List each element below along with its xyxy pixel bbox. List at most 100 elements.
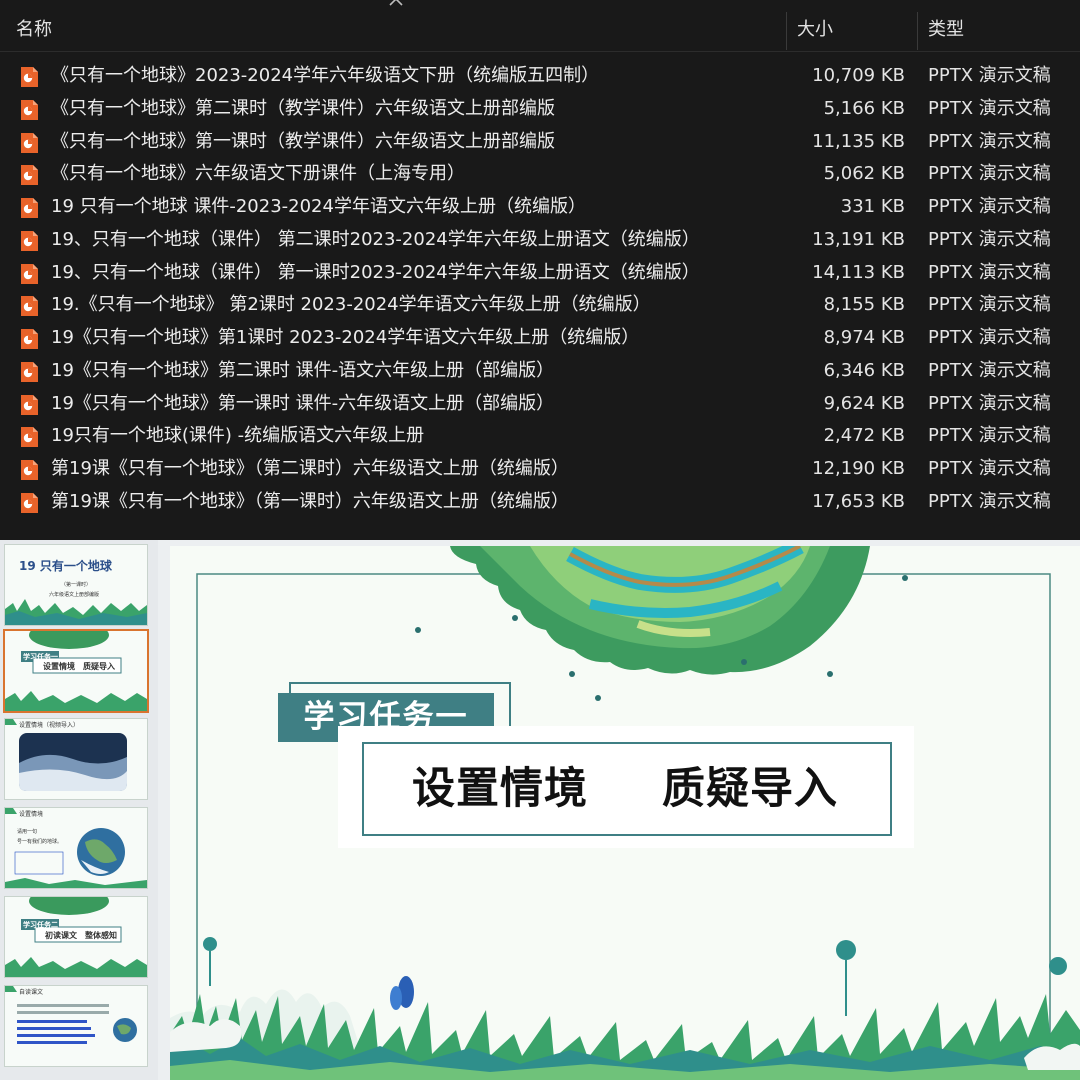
thumbnail-header: 设置情境（视频导入）: [19, 722, 80, 729]
slide-thumbnail-6[interactable]: 自读课文: [4, 985, 148, 1067]
thumbnail-illustration: [5, 986, 147, 1066]
file-name[interactable]: 19只有一个地球(课件) -统编版语文六年级上册: [51, 420, 424, 452]
thumbnail-header: 设置情境: [19, 811, 44, 818]
thumbnail-title: 初读课文 整体感知: [45, 931, 117, 940]
file-row[interactable]: 第19课《只有一个地球》（第二课时）六年级语文上册（统编版） 12,190 KB P…: [0, 453, 1080, 485]
file-size: 12,190 KB: [812, 458, 905, 479]
column-header-size[interactable]: 大小: [797, 8, 833, 51]
thumbnail-text: 号一有我们的地球。: [17, 839, 63, 845]
file-row[interactable]: 19《只有一个地球》第一课时 课件-六年级语文上册（部编版） 9,624 KB PP…: [0, 388, 1080, 420]
slide-thumbnail-pane[interactable]: 19 只有一个地球 （第一课时） 六年级语文上册部编版 学习任务一 设置情境 质…: [0, 540, 158, 1080]
file-name[interactable]: 《只有一个地球》第一课时（教学课件）六年级语文上册部编版: [51, 126, 555, 158]
slide-thumbnail-5[interactable]: 学习任务二 初读课文 整体感知: [4, 896, 148, 978]
file-row[interactable]: 《只有一个地球》第一课时（教学课件）六年级语文上册部编版 11,135 KB PPT…: [0, 126, 1080, 158]
thumbnail-illustration: [5, 808, 147, 888]
file-row[interactable]: 19、只有一个地球（课件） 第二课时2023-2024学年六年级上册语文（统编版…: [0, 224, 1080, 256]
file-row[interactable]: 19《只有一个地球》第1课时 2023-2024学年语文六年级上册（统编版） 8,…: [0, 322, 1080, 354]
file-size: 11,135 KB: [812, 130, 905, 152]
file-row[interactable]: 19只有一个地球(课件) -统编版语文六年级上册 2,472 KB PPTX 演示文…: [0, 420, 1080, 452]
file-type: PPTX 演示文稿: [928, 65, 1051, 86]
file-name[interactable]: 第19课《只有一个地球》（第一课时）六年级语文上册（统编版）: [51, 486, 569, 518]
file-name[interactable]: 19 只有一个地球 课件-2023-2024学年语文六年级上册（统编版）: [51, 191, 586, 223]
file-type: PPTX 演示文稿: [928, 130, 1051, 152]
slide-thumbnail-3[interactable]: 设置情境（视频导入）: [4, 718, 148, 800]
column-header-type[interactable]: 类型: [928, 8, 964, 51]
pptx-file-icon: [21, 394, 38, 415]
file-size: 9,624 KB: [823, 392, 905, 414]
file-row[interactable]: 第19课《只有一个地球》（第一课时）六年级语文上册（统编版） 17,653 KB P…: [0, 486, 1080, 518]
file-size: 13,191 KB: [812, 228, 905, 250]
file-row[interactable]: 《只有一个地球》第二课时（教学课件）六年级语文上册部编版 5,166 KB PPTX…: [0, 93, 1080, 125]
slide-thumbnail-2[interactable]: 学习任务一 设置情境 质疑导入: [3, 629, 149, 713]
file-size: 5,166 KB: [823, 97, 905, 119]
file-name[interactable]: 19《只有一个地球》第1课时 2023-2024学年语文六年级上册（统编版）: [51, 322, 639, 354]
file-explorer: 名称 大小 类型 《只有一个地球》2023-2024学年六年级语文下册（统编版五…: [0, 0, 1080, 540]
thumbnail-title: 设置情境 质疑导入: [43, 662, 115, 671]
column-header-name[interactable]: 名称: [16, 8, 52, 51]
file-name[interactable]: 19《只有一个地球》第二课时 课件-语文六年级上册（部编版）: [51, 355, 554, 387]
file-type: PPTX 演示文稿: [928, 294, 1051, 316]
file-name[interactable]: 第19课《只有一个地球》（第二课时）六年级语文上册（统编版）: [51, 453, 569, 485]
pptx-file-icon: [21, 427, 38, 448]
file-row[interactable]: 《只有一个地球》六年级语文下册课件（上海专用） 5,062 KB PPTX 演示文稿: [0, 158, 1080, 190]
slide-canvas[interactable]: 学习任务一 设置情境 质疑导入: [170, 546, 1080, 1080]
file-row[interactable]: 19、只有一个地球（课件） 第一课时2023-2024学年六年级上册语文（统编版…: [0, 257, 1080, 289]
pptx-file-icon: [21, 198, 38, 218]
column-divider[interactable]: [786, 12, 787, 50]
file-row[interactable]: 《只有一个地球》2023-2024学年六年级语文下册（统编版五四制） 10,709…: [0, 60, 1080, 92]
file-type: PPTX 演示文稿: [928, 359, 1051, 381]
file-type: PPTX 演示文稿: [928, 425, 1051, 447]
thumbnail-task-label: 学习任务二: [23, 921, 58, 929]
file-size: 5,062 KB: [823, 163, 905, 185]
file-size: 14,113 KB: [812, 261, 905, 283]
file-type: PPTX 演示文稿: [928, 392, 1051, 414]
pptx-file-icon: [21, 263, 38, 284]
pptx-file-icon: [21, 361, 38, 382]
file-size: 8,155 KB: [823, 294, 905, 316]
file-name[interactable]: 19、只有一个地球（课件） 第二课时2023-2024学年六年级上册语文（统编版…: [51, 224, 700, 256]
pptx-file-icon: [21, 67, 38, 87]
presentation-editor: 19 只有一个地球 （第一课时） 六年级语文上册部编版 学习任务一 设置情境 质…: [0, 540, 1080, 1080]
pptx-file-icon: [21, 99, 38, 120]
column-header-bar: 名称 大小 类型: [0, 8, 1080, 52]
file-type: PPTX 演示文稿: [928, 163, 1051, 185]
file-type: PPTX 演示文稿: [928, 196, 1051, 217]
pptx-file-icon: [21, 230, 38, 251]
pptx-file-icon: [21, 296, 38, 317]
slide-title-part-1[interactable]: 设置情境: [412, 742, 588, 836]
slide-thumbnail-4[interactable]: 设置情境 请用一句 号一有我们的地球。: [4, 807, 148, 889]
file-type: PPTX 演示文稿: [928, 327, 1051, 348]
file-row[interactable]: 19 只有一个地球 课件-2023-2024学年语文六年级上册（统编版） 331 …: [0, 191, 1080, 223]
file-name[interactable]: 《只有一个地球》第二课时（教学课件）六年级语文上册部编版: [51, 93, 555, 125]
file-size: 17,653 KB: [812, 490, 905, 512]
thumbnail-subtitle: 六年级语文上册部编版: [49, 592, 100, 598]
file-size: 8,974 KB: [823, 327, 905, 348]
pptx-file-icon: [21, 329, 38, 349]
slide-thumbnail-1[interactable]: 19 只有一个地球 （第一课时） 六年级语文上册部编版: [4, 544, 148, 626]
thumbnail-illustration: [5, 719, 147, 799]
pptx-file-icon: [21, 132, 38, 153]
thumbnail-subtitle: （第一课时）: [61, 582, 92, 588]
file-name[interactable]: 《只有一个地球》2023-2024学年六年级语文下册（统编版五四制）: [51, 60, 599, 92]
file-type: PPTX 演示文稿: [928, 261, 1051, 283]
column-divider[interactable]: [917, 12, 918, 50]
file-type: PPTX 演示文稿: [928, 490, 1051, 512]
file-row[interactable]: 19.《只有一个地球》 第2课时 2023-2024学年语文六年级上册（统编版）…: [0, 289, 1080, 321]
file-type: PPTX 演示文稿: [928, 228, 1051, 250]
file-name[interactable]: 19、只有一个地球（课件） 第一课时2023-2024学年六年级上册语文（统编版…: [51, 257, 700, 289]
file-size: 6,346 KB: [823, 359, 905, 381]
thumbnail-title: 19 只有一个地球: [19, 559, 112, 573]
file-name[interactable]: 19.《只有一个地球》 第2课时 2023-2024学年语文六年级上册（统编版）: [51, 289, 651, 321]
pptx-file-icon: [21, 460, 38, 480]
pptx-file-icon: [21, 165, 38, 186]
file-name[interactable]: 19《只有一个地球》第一课时 课件-六年级语文上册（部编版）: [51, 388, 554, 420]
file-name[interactable]: 《只有一个地球》六年级语文下册课件（上海专用）: [51, 158, 465, 190]
file-size: 10,709 KB: [812, 65, 905, 86]
slide-title-part-2[interactable]: 质疑导入: [662, 742, 838, 836]
file-row[interactable]: 19《只有一个地球》第二课时 课件-语文六年级上册（部编版） 6,346 KB PP…: [0, 355, 1080, 387]
file-size: 331 KB: [840, 196, 905, 217]
file-type: PPTX 演示文稿: [928, 458, 1051, 479]
file-type: PPTX 演示文稿: [928, 97, 1051, 119]
thumbnail-text: 请用一句: [17, 829, 38, 835]
sort-ascending-icon[interactable]: [389, 0, 403, 7]
